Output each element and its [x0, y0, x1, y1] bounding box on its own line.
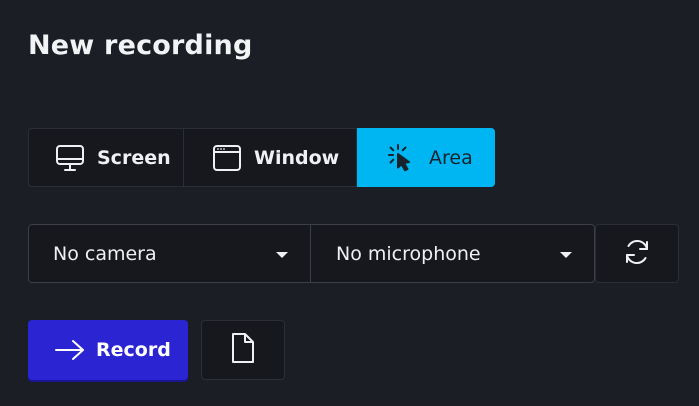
record-button[interactable]: Record	[28, 320, 188, 380]
monitor-icon	[55, 143, 85, 173]
chevron-down-icon	[276, 251, 288, 258]
refresh-icon	[621, 236, 653, 272]
new-recording-panel: New recording Screen Window Area No came…	[0, 0, 699, 406]
arrow-right-icon	[54, 338, 86, 362]
camera-select-value: No camera	[53, 242, 157, 265]
device-selectors: No camera No microphone	[28, 224, 595, 283]
source-area-button[interactable]: Area	[357, 128, 495, 187]
source-area-label: Area	[429, 146, 473, 169]
page-title: New recording	[28, 30, 253, 61]
window-icon	[212, 143, 242, 173]
microphone-select[interactable]: No microphone	[311, 224, 595, 283]
area-select-cursor-icon	[385, 143, 415, 173]
refresh-devices-button[interactable]	[595, 224, 679, 283]
source-screen-button[interactable]: Screen	[28, 128, 184, 187]
chevron-down-icon	[560, 251, 572, 258]
open-file-button[interactable]	[201, 320, 285, 380]
source-type-selector: Screen Window Area	[28, 128, 495, 187]
microphone-select-value: No microphone	[336, 242, 481, 265]
file-icon	[229, 332, 257, 368]
source-window-label: Window	[254, 146, 340, 169]
camera-select[interactable]: No camera	[28, 224, 311, 283]
record-label: Record	[96, 339, 171, 361]
source-window-button[interactable]: Window	[184, 128, 357, 187]
source-screen-label: Screen	[97, 146, 171, 169]
